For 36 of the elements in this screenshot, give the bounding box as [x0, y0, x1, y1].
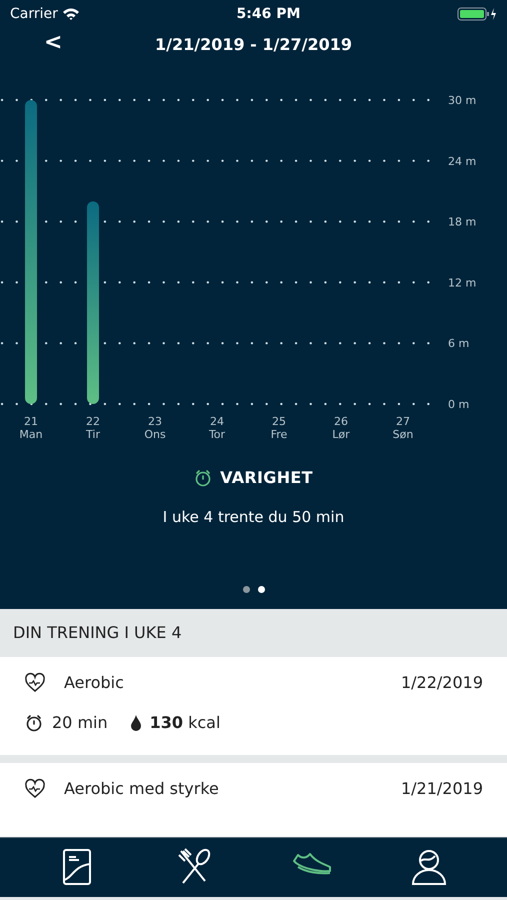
- calories-text: 130 kcal: [150, 712, 220, 734]
- back-button[interactable]: <: [40, 26, 66, 59]
- summary-text: I uke 4 trente du 50 min: [162, 507, 346, 528]
- heart-icon: [24, 778, 48, 800]
- x-tick-label: 21 Man: [19, 415, 43, 441]
- x-tick-label: 22 Tir: [86, 415, 100, 441]
- x-tick-label: 25 Fre: [270, 415, 288, 441]
- workout-card[interactable]: Aerobic med styrke 1/21/2019: [0, 762, 507, 836]
- workout-card[interactable]: Aerobic 1/22/2019 20 min 130 kcal: [0, 656, 507, 754]
- carrier-label: Carrier: [10, 4, 58, 24]
- x-tick-label: 26 Lør: [332, 415, 350, 441]
- y-tick-label: 0 m: [448, 398, 470, 411]
- x-tick-label: 24 Tor: [208, 415, 226, 441]
- section-header: DIN TRENING I UKE 4: [13, 622, 182, 644]
- x-tick-label: 23 Ons: [144, 415, 166, 441]
- stopwatch-icon: [194, 469, 212, 487]
- workout-date: 1/22/2019: [400, 672, 483, 694]
- workout-name: Aerobic: [64, 672, 124, 694]
- heart-icon: [24, 672, 48, 694]
- battery-icon: [457, 7, 497, 21]
- y-tick-label: 12 m: [448, 276, 476, 290]
- workout-date: 1/21/2019: [400, 778, 483, 800]
- clock-time: 5:46 PM: [236, 4, 300, 24]
- y-tick-label: 24 m: [448, 154, 476, 168]
- date-range-title: 1/21/2019 - 1/27/2019: [154, 34, 352, 56]
- x-tick-label: 27 Søn: [392, 415, 414, 441]
- workout-name: Aerobic med styrke: [64, 778, 219, 800]
- y-tick-label: 30 m: [448, 94, 476, 107]
- duration-text: 20 min: [52, 712, 108, 734]
- y-tick-label: 18 m: [448, 216, 476, 229]
- y-tick-label: 6 m: [448, 337, 470, 350]
- wifi-icon: [62, 7, 80, 21]
- page-dot[interactable]: [242, 586, 250, 592]
- page-dot[interactable]: [258, 586, 264, 592]
- stopwatch-icon: [24, 712, 44, 732]
- metric-title: VARIGHET: [220, 467, 313, 489]
